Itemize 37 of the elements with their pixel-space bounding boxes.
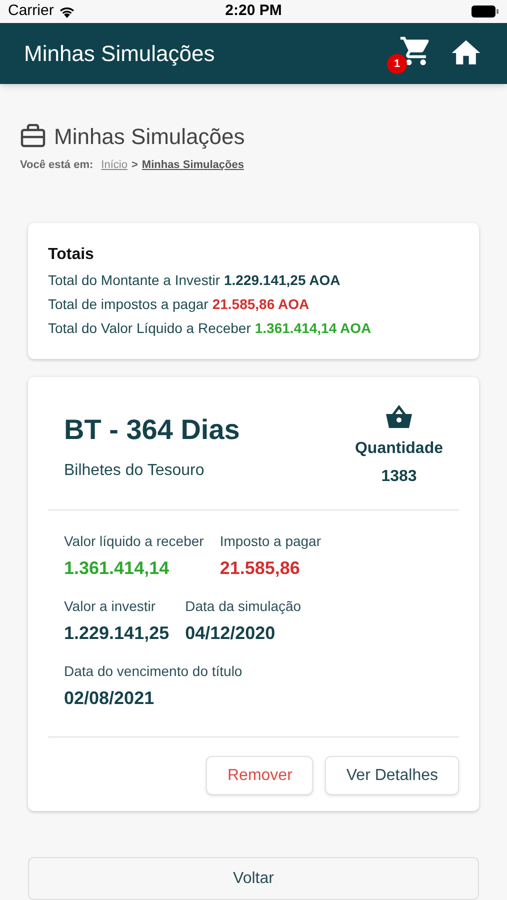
field-value: 04/12/2020 (185, 622, 276, 645)
page-title: Minhas Simulações (54, 122, 245, 151)
battery-icon (471, 5, 499, 18)
wifi-icon (58, 5, 76, 18)
simulation-title: BT - 364 Dias (64, 413, 241, 447)
cart-badge: 1 (387, 54, 407, 74)
total-value: 1.361.414,14 AOA (254, 319, 372, 338)
remove-button[interactable]: Remover (206, 756, 314, 795)
cart-button[interactable]: 1 (387, 30, 433, 76)
breadcrumb-link[interactable]: Minhas Simulações (142, 156, 244, 173)
field-label: Valor líquido a receber (64, 532, 204, 551)
simulation-subtitle: Bilhetes do Tesouro (64, 461, 206, 481)
quantity-value: 1383 (381, 467, 417, 487)
back-button[interactable]: Voltar (28, 857, 479, 900)
quantity-label: Quantidade (354, 439, 443, 459)
total-value: 21.585,86 AOA (212, 295, 310, 314)
total-value: 1.229.141,25 AOA (224, 271, 340, 290)
field-label: Data do vencimento do título (64, 662, 242, 681)
clock: 2:20 PM (224, 1, 283, 22)
carrier-label: Carrier (8, 1, 54, 22)
details-button[interactable]: Ver Detalhes (325, 756, 459, 795)
header-title: Minhas Simulações (24, 40, 216, 68)
total-label: Total do Montante a Investir (48, 271, 220, 290)
field-value: 1.361.414,14 (64, 557, 170, 580)
field-label: Imposto a pagar (220, 532, 321, 551)
field-value: 21.585,86 (220, 557, 301, 580)
briefcase-icon (20, 124, 46, 148)
breadcrumb-prefix: Você está em: (20, 158, 94, 172)
breadcrumb-separator: > (131, 158, 138, 172)
total-label: Total do Valor Líquido a Receber (48, 319, 251, 338)
field-value: 1.229.141,25 (64, 622, 170, 645)
basket-icon (384, 405, 413, 429)
totals-title: Totais (48, 245, 95, 265)
total-label: Total de impostos a pagar (48, 295, 208, 314)
field-value: 02/08/2021 (64, 687, 156, 710)
field-label: Valor a investir (64, 597, 157, 616)
field-label: Data da simulação (185, 597, 302, 616)
